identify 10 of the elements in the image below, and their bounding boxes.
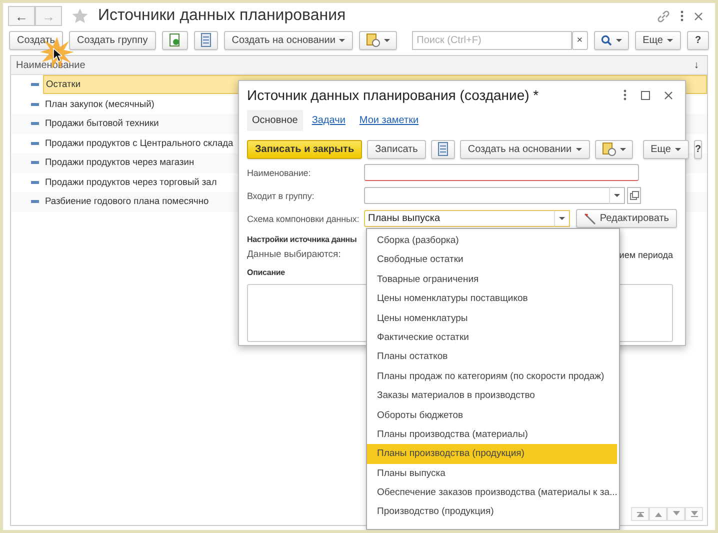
- window-title: Источники данных планирования: [98, 7, 346, 25]
- section-heading: Описание: [247, 267, 285, 279]
- dialog-title: Источник данных планирования (создание) *: [247, 87, 539, 103]
- field-label: Данные выбираются:: [247, 249, 341, 261]
- field-label: Входит в группу:: [247, 190, 316, 200]
- field-label: Схема компоновки данных:: [247, 214, 360, 224]
- field-label: Наименование:: [247, 168, 312, 178]
- sort-indicator: ↓: [694, 60, 699, 70]
- section-heading: Настройки источника данны: [247, 234, 357, 246]
- option-label: ием периода: [619, 249, 673, 261]
